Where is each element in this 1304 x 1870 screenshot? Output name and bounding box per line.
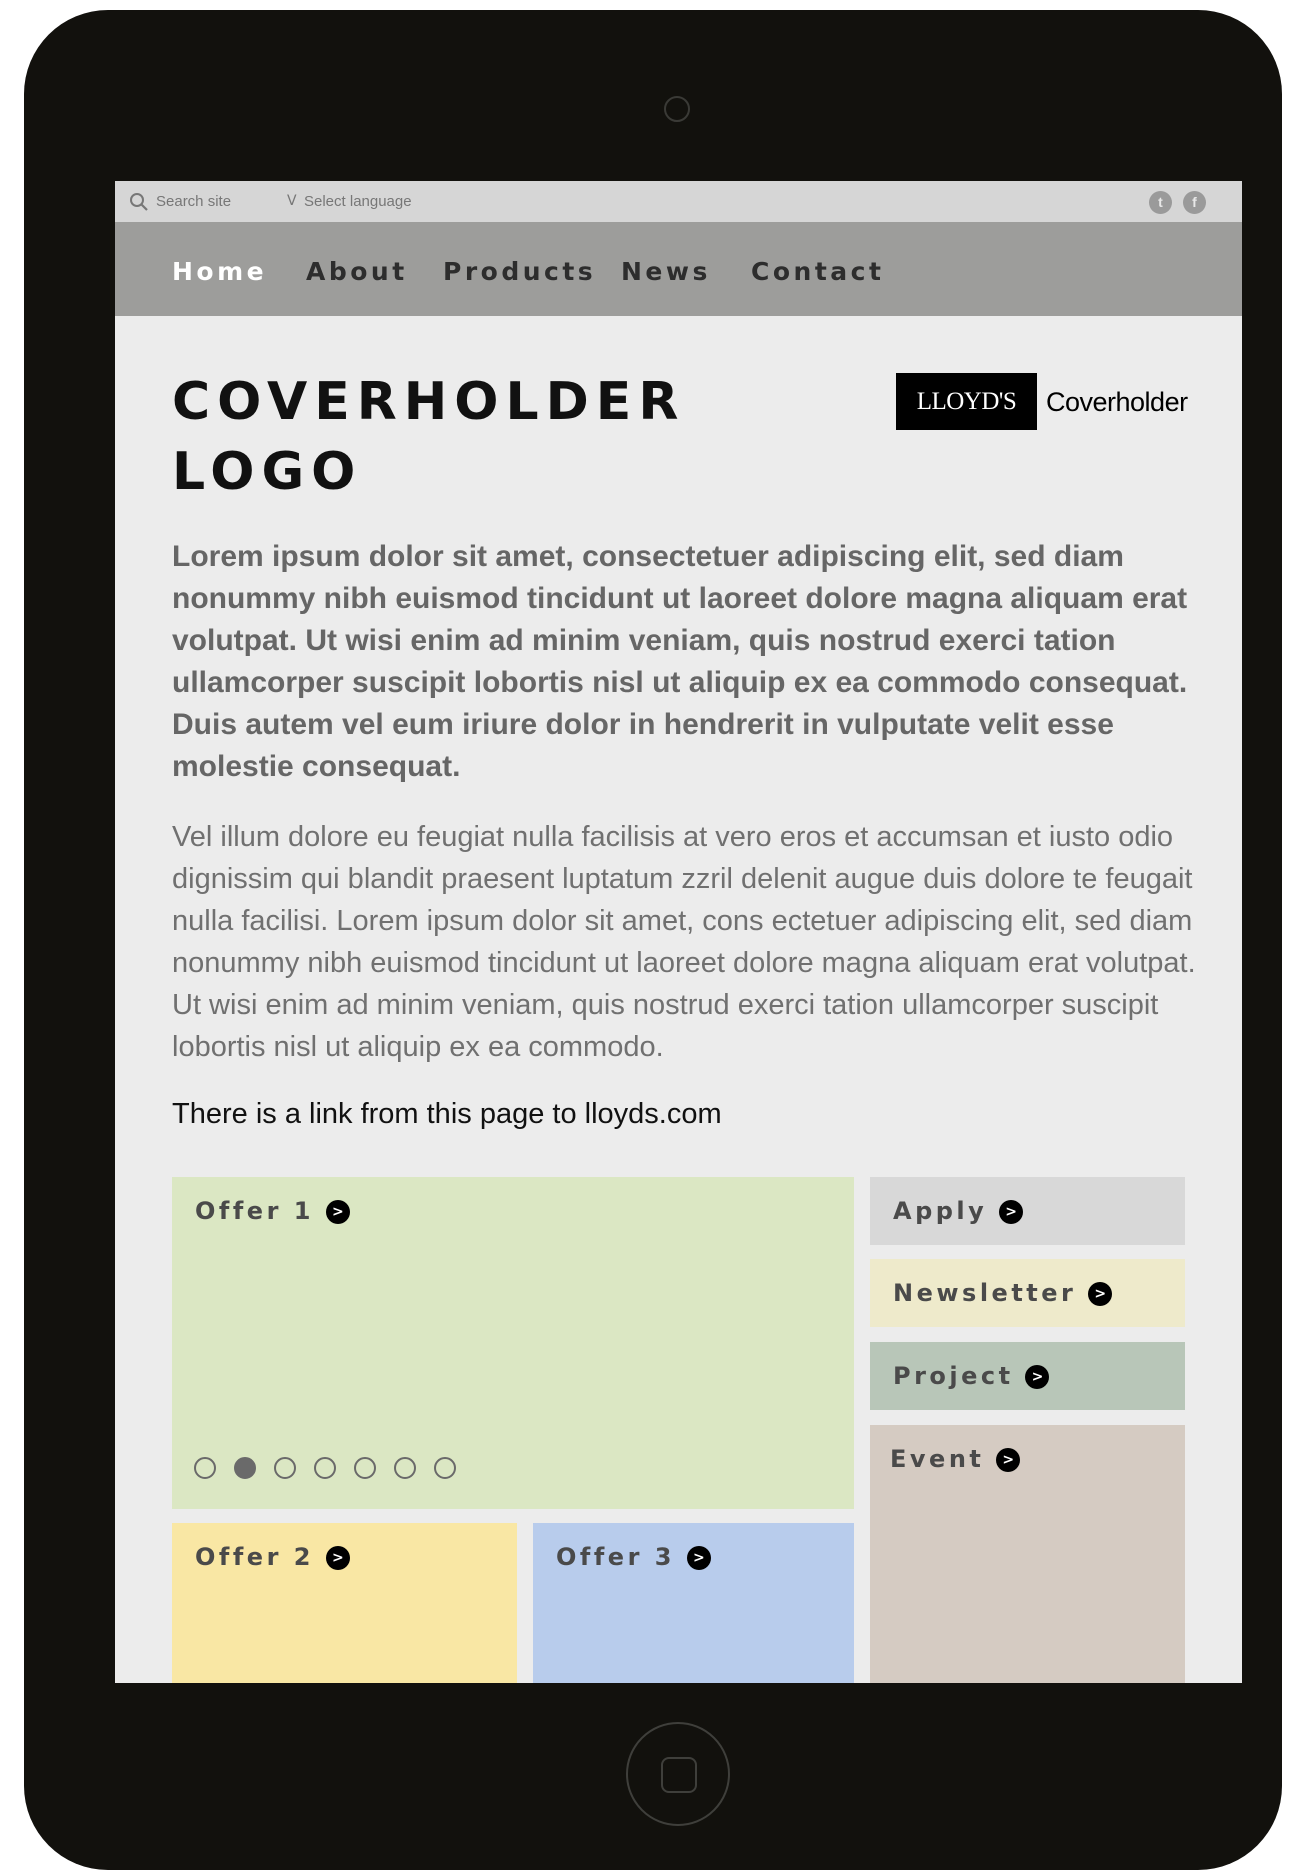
project-label: Project xyxy=(893,1362,1014,1390)
utility-bar: Search site V Select language t f xyxy=(115,181,1242,222)
tablet-device: Search site V Select language t f Home A… xyxy=(24,10,1282,1870)
nav-item-products[interactable]: Products xyxy=(443,257,596,286)
logo-line-1: COVERHOLDER xyxy=(172,372,686,432)
nav-item-about[interactable]: About xyxy=(306,257,408,286)
event-tile[interactable]: Event > xyxy=(870,1425,1185,1683)
carousel-dot[interactable] xyxy=(434,1457,456,1479)
logo-line-2: LOGO xyxy=(172,442,363,502)
lloyds-link-note: There is a link from this page to lloyds… xyxy=(172,1098,722,1130)
offer-1-tile[interactable]: Offer 1 > xyxy=(172,1177,854,1509)
arrow-right-icon[interactable]: > xyxy=(325,1546,350,1570)
carousel-dot[interactable] xyxy=(234,1457,256,1479)
camera-icon xyxy=(664,96,690,122)
event-label: Event xyxy=(890,1445,985,1473)
arrow-right-icon[interactable]: > xyxy=(1025,1365,1050,1389)
arrow-right-icon[interactable]: > xyxy=(1088,1282,1113,1306)
main-nav: Home About Products News Contact xyxy=(115,222,1242,316)
search-icon[interactable] xyxy=(129,192,149,212)
project-tile[interactable]: Project > xyxy=(870,1342,1185,1410)
offer-3-tile[interactable]: Offer 3 > xyxy=(533,1523,854,1683)
chevron-down-icon[interactable]: V xyxy=(287,193,297,209)
newsletter-label: Newsletter xyxy=(893,1279,1077,1307)
screen: Search site V Select language t f Home A… xyxy=(115,181,1242,1683)
offer-1-label: Offer 1 xyxy=(195,1197,314,1225)
nav-item-contact[interactable]: Contact xyxy=(751,257,884,286)
offer-3-label: Offer 3 xyxy=(556,1543,675,1571)
carousel-dot[interactable] xyxy=(354,1457,376,1479)
arrow-right-icon[interactable]: > xyxy=(999,1200,1024,1224)
nav-item-home[interactable]: Home xyxy=(172,257,267,286)
offer-2-label: Offer 2 xyxy=(195,1543,314,1571)
coverholder-logo: COVERHOLDER LOGO xyxy=(172,367,685,507)
arrow-right-icon[interactable]: > xyxy=(686,1546,711,1570)
arrow-right-icon[interactable]: > xyxy=(996,1448,1021,1472)
offer-2-tile[interactable]: Offer 2 > xyxy=(172,1523,517,1683)
home-square-icon xyxy=(661,1757,697,1793)
body-paragraph: Vel illum dolore eu feugiat nulla facili… xyxy=(172,821,1196,1063)
twitter-icon[interactable]: t xyxy=(1149,191,1172,214)
lead-paragraph: Lorem ipsum dolor sit amet, consectetuer… xyxy=(172,540,1188,783)
carousel-dot[interactable] xyxy=(274,1457,296,1479)
language-select[interactable]: Select language xyxy=(304,193,412,210)
lloyds-coverholder-text: Coverholder xyxy=(1046,387,1188,417)
nav-item-news[interactable]: News xyxy=(621,257,711,286)
apply-label: Apply xyxy=(893,1197,988,1225)
apply-tile[interactable]: Apply > xyxy=(870,1177,1185,1245)
carousel-dot[interactable] xyxy=(314,1457,336,1479)
carousel-dot[interactable] xyxy=(394,1457,416,1479)
lloyds-mark: LLOYD'S xyxy=(896,373,1037,430)
home-button[interactable] xyxy=(626,1722,730,1826)
arrow-right-icon[interactable]: > xyxy=(325,1200,350,1224)
facebook-icon[interactable]: f xyxy=(1183,191,1206,214)
newsletter-tile[interactable]: Newsletter > xyxy=(870,1259,1185,1327)
search-input[interactable]: Search site xyxy=(156,193,231,210)
carousel-dot[interactable] xyxy=(194,1457,216,1479)
